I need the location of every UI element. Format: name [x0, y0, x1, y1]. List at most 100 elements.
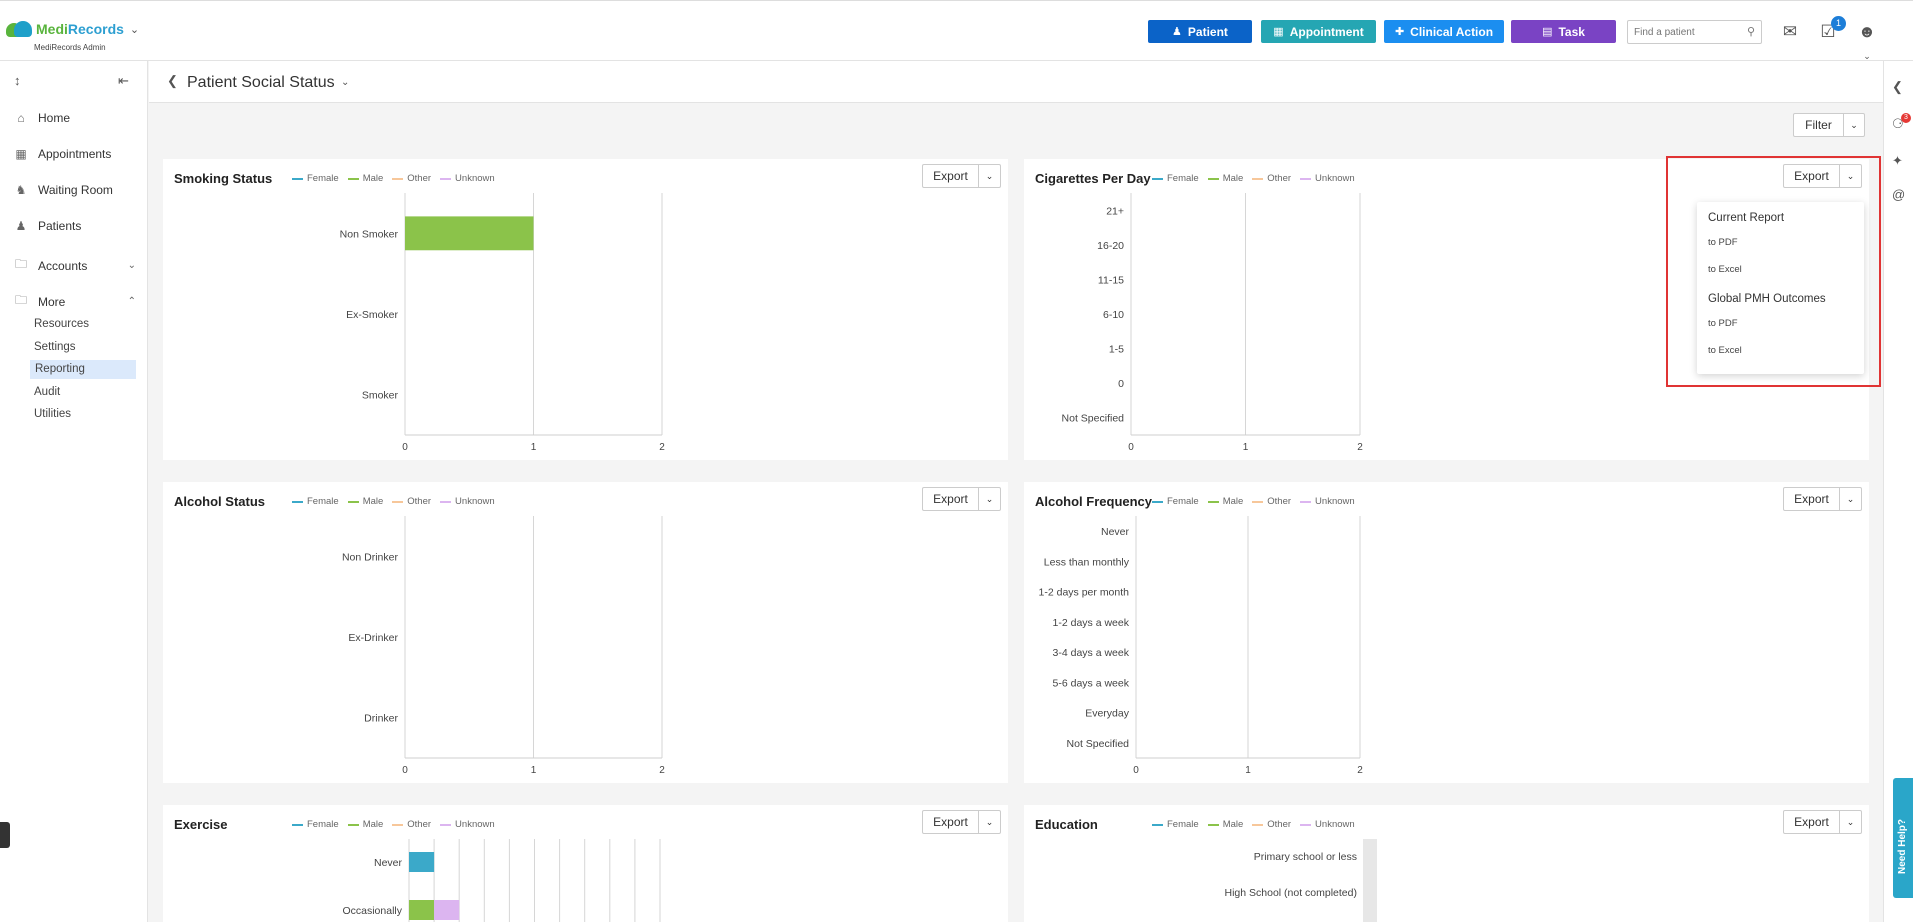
chart-card-smoking-status: Smoking Status Female Male Other Unknown Expo…: [163, 159, 1008, 460]
need-help-tab[interactable]: Need Help?: [1893, 778, 1913, 898]
notifications-badge: 3: [1901, 113, 1911, 123]
bar-male-occasionally[interactable]: [409, 900, 435, 920]
y-tick-label: Ex-Drinker: [348, 632, 398, 644]
chevron-down-icon: ⌄: [127, 260, 136, 271]
y-tick-label: Everyday: [1085, 708, 1130, 720]
bar-male-non-smoker[interactable]: [405, 216, 534, 251]
sidebar-subitem-audit[interactable]: Audit: [34, 383, 60, 402]
search-icon[interactable]: ⚲: [1747, 25, 1755, 38]
page-header: ❮ Patient Social Status ⌄: [149, 61, 1883, 103]
logo-text-medi: Medi: [36, 21, 68, 37]
y-tick-label: Smoker: [362, 390, 399, 402]
expand-panel-icon[interactable]: ❮: [1892, 79, 1903, 95]
clinical-action-button[interactable]: ✚ Clinical Action: [1384, 20, 1504, 43]
sidebar-item-appointments[interactable]: ▦ Appointments: [14, 147, 136, 161]
x-tick-label: 2: [659, 442, 665, 453]
patient-search: ⚲: [1627, 20, 1762, 44]
y-tick-label: Never: [374, 857, 403, 869]
sidebar-item-home[interactable]: ⌂ Home: [14, 111, 136, 125]
chart-plot: 0 1 2 Non Smoker Ex-Smoker Smoker: [340, 193, 665, 453]
sidebar-item-label: Home: [38, 111, 71, 125]
patient-search-input[interactable]: [1628, 21, 1738, 43]
chevron-down-icon[interactable]: ⌄: [1844, 114, 1864, 136]
resize-vertical-icon[interactable]: ↕: [14, 73, 21, 88]
y-tick-label: High School (not completed): [1225, 887, 1358, 899]
x-tick-label: 0: [1128, 442, 1134, 453]
sidebar-item-more[interactable]: 🗀 More ⌃: [14, 291, 136, 312]
organisation-name: MediRecords Admin: [34, 43, 106, 52]
y-tick-label: Drinker: [364, 713, 398, 725]
x-tick-label: 1: [531, 442, 537, 453]
menu-item-current-pdf[interactable]: to PDF: [1708, 237, 1738, 248]
sidebar-item-label: Waiting Room: [38, 183, 113, 197]
sidebar-subitem-reporting[interactable]: Reporting: [30, 360, 136, 379]
clinical-action-button-label: Clinical Action: [1410, 24, 1494, 39]
side-tab-handle[interactable]: [0, 822, 10, 848]
sidebar: ↕ ⇤ ⌂ Home ▦ Appointments ♞ Waiting Room ♟ P…: [0, 61, 148, 922]
menu-item-global-pdf[interactable]: to PDF: [1708, 318, 1738, 329]
y-tick-label: Occasionally: [342, 905, 402, 917]
y-tick-label: 11-15: [1098, 274, 1124, 286]
menu-item-current-excel[interactable]: to Excel: [1708, 264, 1742, 275]
chart-plot: 0 1 2 Never Less than monthly 1-2 days per mo…: [1039, 516, 1363, 776]
sidebar-subitem-resources[interactable]: Resources: [34, 315, 89, 334]
user-account-icon[interactable]: ☻⌄: [1856, 21, 1878, 61]
folder-icon: 🗀: [14, 257, 27, 271]
mail-icon[interactable]: ✉: [1779, 21, 1801, 43]
y-tick-label: 0: [1118, 378, 1124, 390]
y-tick-label: Ex-Smoker: [346, 309, 398, 321]
y-tick-label: Primary school or less: [1254, 851, 1357, 863]
y-tick-label: 1-2 days per month: [1039, 587, 1130, 599]
x-tick-label: 0: [402, 765, 408, 776]
at-sign-icon[interactable]: @: [1892, 187, 1905, 202]
filter-button[interactable]: Filter ⌄: [1793, 113, 1865, 137]
y-tick-label: Never: [1101, 526, 1130, 538]
need-help-label: Need Help?: [1897, 818, 1908, 874]
sidebar-item-label: Accounts: [38, 258, 88, 273]
new-patient-button[interactable]: ♟ Patient: [1148, 20, 1252, 43]
collapse-sidebar-icon[interactable]: ⇤: [118, 73, 129, 89]
bar-female-never[interactable]: [409, 852, 435, 872]
back-chevron-icon[interactable]: ❮: [167, 73, 178, 89]
y-tick-label: Not Specified: [1067, 738, 1130, 750]
chart-card-exercise: Exercise Female Male Other Unknown Export ⌄ Nev…: [163, 805, 1008, 922]
x-tick-label: 1: [1245, 765, 1251, 776]
chart-plot: 0 1 2 Non Drinker Ex-Drinker Drinker: [342, 516, 665, 776]
bar-unknown-occasionally[interactable]: [434, 900, 460, 920]
new-appointment-button[interactable]: ▦ Appointment: [1261, 20, 1376, 43]
chart-plot: Never Occasionally: [342, 839, 661, 922]
logo-cloud-icon: [6, 21, 32, 37]
waiting-room-icon: ♞: [15, 183, 27, 197]
y-tick-label: Not Specified: [1062, 413, 1125, 425]
sidebar-item-waiting-room[interactable]: ♞ Waiting Room: [14, 183, 136, 197]
appointment-button-label: Appointment: [1289, 24, 1364, 39]
chevron-down-icon[interactable]: ⌄: [130, 23, 139, 36]
chart-card-education: Education Female Male Other Unknown Export ⌄ Pr…: [1024, 805, 1869, 922]
sidebar-subitem-settings[interactable]: Settings: [34, 338, 76, 357]
sidebar-subitem-utilities[interactable]: Utilities: [34, 405, 71, 424]
sidebar-item-label: More: [38, 294, 66, 309]
filter-label: Filter: [1794, 114, 1844, 136]
app-logo[interactable]: MediRecords ⌄: [6, 21, 139, 37]
x-tick-label: 1: [1243, 442, 1249, 453]
person-add-icon: ♟: [1172, 26, 1182, 38]
new-task-button[interactable]: ▤ Task: [1511, 20, 1616, 43]
y-tick-label: 3-4 days a week: [1053, 647, 1130, 659]
calendar-icon: ▦: [1273, 26, 1284, 38]
menu-item-global-excel[interactable]: to Excel: [1708, 345, 1742, 356]
x-tick-label: 0: [402, 442, 408, 453]
sidebar-item-label: Appointments: [38, 147, 112, 161]
menu-heading-current-report: Current Report: [1708, 212, 1785, 224]
home-icon: ⌂: [17, 111, 25, 125]
clipboard-icon: ▤: [1542, 26, 1553, 38]
pin-icon[interactable]: ✦: [1892, 153, 1903, 169]
x-tick-label: 0: [1133, 765, 1139, 776]
tasks-badge: 1: [1831, 16, 1846, 31]
x-tick-label: 1: [531, 765, 537, 776]
sidebar-item-accounts[interactable]: 🗀 Accounts ⌄: [14, 255, 136, 276]
sidebar-item-patients[interactable]: ♟ Patients: [14, 219, 136, 233]
patient-button-label: Patient: [1187, 24, 1228, 39]
x-tick-label: 2: [659, 765, 665, 776]
chart-card-alcohol-frequency: Alcohol Frequency Female Male Other Unknown E…: [1024, 482, 1869, 783]
chevron-down-icon[interactable]: ⌄: [341, 77, 349, 88]
